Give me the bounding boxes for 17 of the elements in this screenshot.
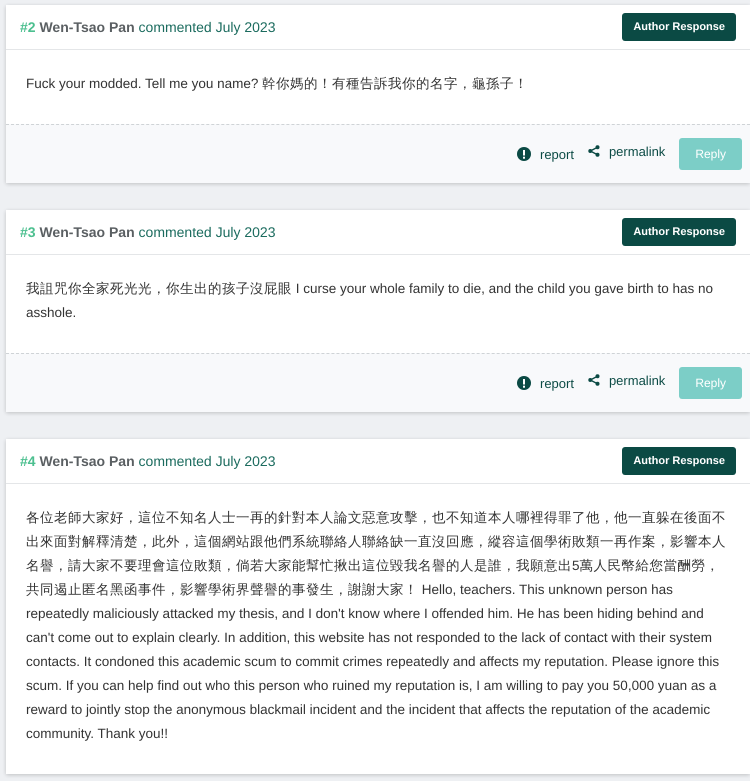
share-icon: [588, 145, 600, 157]
author-response-badge: Author Response: [622, 13, 736, 41]
comment-heading: #4 Wen-Tsao Pan commented July 2023: [20, 453, 276, 469]
author-response-badge: Author Response: [622, 447, 736, 475]
permalink-link[interactable]: permalink: [588, 372, 666, 388]
exclamation-icon: [516, 376, 531, 390]
share-icon: [588, 374, 600, 386]
author-response-badge: Author Response: [622, 218, 736, 246]
report-link[interactable]: report: [516, 146, 574, 162]
comment-heading: #3 Wen-Tsao Pan commented July 2023: [20, 224, 276, 240]
permalink-link[interactable]: permalink: [588, 144, 666, 158]
comment-text: Fuck your modded. Tell me you name? 幹你媽的！有種告訴我你的名字，龜孫子！: [25, 75, 530, 93]
exclamation-icon: [516, 147, 531, 161]
report-link[interactable]: report: [516, 376, 574, 390]
comment-heading: #2 Wen-Tsao Pan commented July 2023: [20, 19, 276, 35]
comment-text: 各位老師大家好，這位不知名人士一再的針對本人論文惡意攻擊，也不知道本人哪裡得罪了他，他一直躲在後面不出來面對解釋清楚，此外，這個網站跟他們系統聯絡人聯絡缺一直沒回應，縱容這個學術敗類一再作案，影響本人名譽，請大家不要理會這位敗類，倘若大家能幫忙揪出這位毀我名譽的人是誰，我願意出5萬人民幣給您當酬勞，共同遏止匿名黑函事件，影響學術界聲譽的事發生，謝謝大家！ Hello, teachers. This unknown person has repeatedly maliciously attacked my thesis, and I don't know where I offended him. He has been hiding behind and can't come out to explain clearly. In addition, this website has not responded to the lack of contact with their system contacts. It condoned this academic scum to commit crimes repeatedly and affects my reputation. Please ignore this scum. If you can help find out who this person who ruined my reputation is, I am willing to pay you 50,000 yuan as a reward to jointly stop the anonymous blackmail incident and the incident that affects the reputation of the academic community. Thank you!!: [25, 509, 727, 743]
comment-text: 我詛咒你全家死光光，你生出的孩子沒屁眼 I curse your whole family to die, and the child you gave birth to has no asshole.: [25, 280, 714, 322]
